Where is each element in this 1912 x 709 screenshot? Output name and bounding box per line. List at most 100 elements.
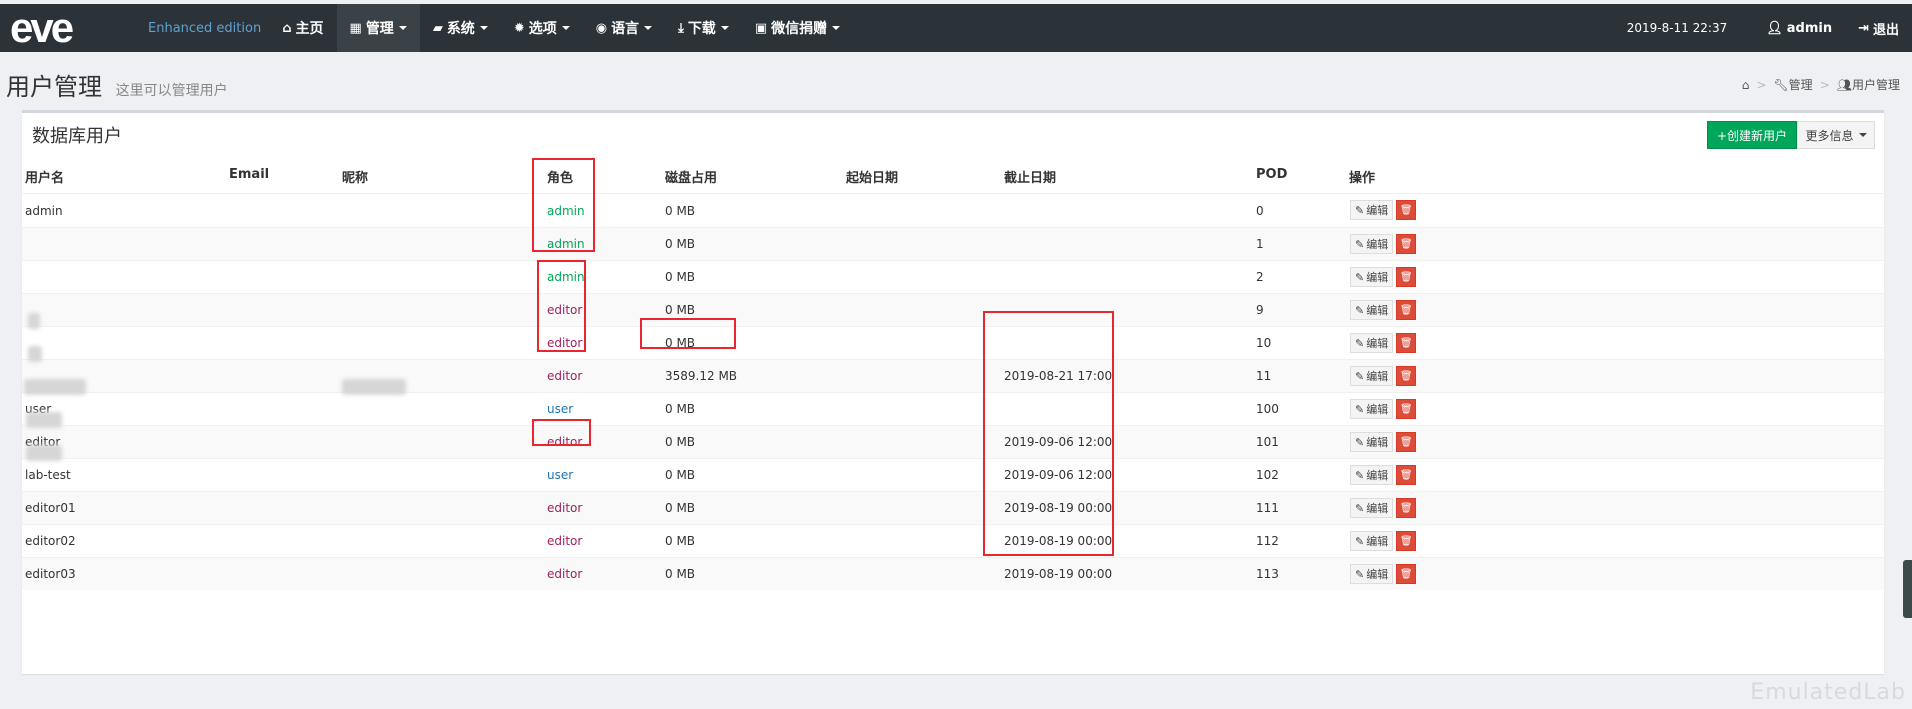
nav-item-2[interactable]: ▰ 系统: [420, 4, 501, 52]
nav-item-label: 系统: [446, 21, 475, 37]
cell-disk: 0 MB: [665, 468, 696, 482]
row-actions: ✎ 编辑 🗑︎: [1350, 333, 1417, 353]
table-row: editor editor 0 MB 2019-09-06 12:00 101 ✎ 编辑 🗑︎: [22, 425, 1884, 458]
edit-icon: ✎: [1355, 270, 1365, 284]
table-row: admin 0 MB 2 ✎ 编辑 🗑︎: [22, 260, 1884, 293]
cell-username: admin: [25, 204, 63, 218]
edit-button[interactable]: ✎ 编辑: [1350, 498, 1394, 518]
nav-item-3[interactable]: ✹ 选项: [501, 4, 583, 52]
edit-label: 编辑: [1366, 304, 1389, 317]
cell-pod: 9: [1256, 303, 1264, 317]
row-actions: ✎ 编辑 🗑︎: [1350, 465, 1417, 485]
edit-icon: ✎: [1355, 237, 1365, 251]
header-disk[interactable]: 磁盘占用: [665, 167, 717, 186]
cell-pod: 2: [1256, 270, 1264, 284]
delete-button[interactable]: 🗑︎: [1396, 465, 1417, 485]
more-info-button[interactable]: 更多信息: [1797, 121, 1875, 149]
user-name: admin: [1786, 20, 1833, 36]
cell-end-date: 2019-08-19 00:00: [1004, 501, 1113, 515]
cell-pod: 11: [1256, 369, 1272, 383]
cell-disk: 0 MB: [665, 303, 696, 317]
cell-username: lab-test: [25, 468, 71, 482]
edit-button[interactable]: ✎ 编辑: [1350, 399, 1394, 419]
edit-button[interactable]: ✎ 编辑: [1350, 531, 1394, 551]
delete-button[interactable]: 🗑︎: [1396, 399, 1417, 419]
breadcrumb-users: 用户管理: [1851, 78, 1900, 92]
cell-disk: 0 MB: [665, 534, 696, 548]
nav-item-label: 下载: [687, 21, 716, 37]
redacted-username: [24, 379, 86, 395]
edit-button[interactable]: ✎ 编辑: [1350, 300, 1394, 320]
nav-item-0[interactable]: ⌂ 主页: [269, 4, 336, 52]
database-users-box: 数据库用户 +创建新用户 更多信息 用户名 Email 昵称 角色 磁盘占用 起…: [22, 110, 1884, 674]
edit-button[interactable]: ✎ 编辑: [1350, 333, 1394, 353]
edit-icon: ✎: [1355, 435, 1365, 449]
cell-pod: 113: [1256, 567, 1279, 581]
cell-pod: 112: [1256, 534, 1279, 548]
eve-logo[interactable]: eve: [0, 4, 130, 52]
breadcrumb-home-icon[interactable]: ⌂: [1742, 78, 1750, 92]
delete-button[interactable]: 🗑︎: [1396, 498, 1417, 518]
book-icon: ▰: [432, 20, 443, 36]
nav-item-6[interactable]: ▣ 微信捐赠: [742, 4, 853, 52]
delete-button[interactable]: 🗑︎: [1396, 531, 1417, 551]
cell-role: admin: [547, 237, 585, 251]
header-nickname[interactable]: 昵称: [342, 167, 368, 186]
header-email[interactable]: Email: [229, 167, 269, 182]
delete-button[interactable]: 🗑︎: [1396, 366, 1417, 386]
nav-item-1[interactable]: ▦ 管理: [336, 4, 420, 52]
delete-button[interactable]: 🗑︎: [1396, 200, 1417, 220]
edit-label: 编辑: [1366, 469, 1389, 482]
cell-end-date: 2019-08-19 00:00: [1004, 534, 1113, 548]
header-end-date[interactable]: 截止日期: [1004, 167, 1056, 186]
home-icon: ⌂: [282, 20, 292, 36]
breadcrumb-separator: >: [1819, 77, 1830, 92]
edit-label: 编辑: [1366, 535, 1389, 548]
cell-role: editor: [547, 303, 583, 317]
edit-button[interactable]: ✎ 编辑: [1350, 200, 1394, 220]
edit-button[interactable]: ✎ 编辑: [1350, 267, 1394, 287]
cell-pod: 111: [1256, 501, 1279, 515]
box-title: 数据库用户: [32, 126, 122, 147]
trash-icon: 🗑︎: [1399, 337, 1413, 349]
table-header: 用户名 Email 昵称 角色 磁盘占用 起始日期 截止日期 POD 操作: [22, 156, 1884, 193]
delete-button[interactable]: 🗑︎: [1396, 564, 1417, 584]
top-navbar: eve Enhanced edition ⌂ 主页 ▦ 管理 ▰ 系统 ✹ 选项 ◉ 语言 ⤓ 下载 ▣…: [0, 4, 1912, 52]
side-panel-handle[interactable]: [1903, 560, 1912, 618]
cell-username: editor02: [25, 534, 76, 548]
delete-button[interactable]: 🗑︎: [1396, 432, 1417, 452]
delete-button[interactable]: 🗑︎: [1396, 267, 1417, 287]
create-user-button[interactable]: +创建新用户: [1706, 121, 1797, 149]
edit-label: 编辑: [1366, 403, 1389, 416]
trash-icon: 🗑︎: [1399, 370, 1413, 382]
cell-pod: 101: [1256, 435, 1279, 449]
header-start-date[interactable]: 起始日期: [846, 167, 898, 186]
header-role[interactable]: 角色: [547, 167, 573, 186]
user-menu[interactable]: 👤︎ admin: [1753, 4, 1845, 52]
edit-button[interactable]: ✎ 编辑: [1350, 234, 1394, 254]
edit-button[interactable]: ✎ 编辑: [1350, 366, 1394, 386]
nav-item-5[interactable]: ⤓ 下载: [665, 4, 742, 52]
header-username[interactable]: 用户名: [25, 167, 64, 186]
chevron-down-icon: [479, 26, 488, 30]
logout-button[interactable]: ⇥ 退出: [1845, 4, 1912, 52]
nav-item-label: 语言: [611, 21, 640, 37]
nav-item-4[interactable]: ◉ 语言: [583, 4, 665, 52]
cell-disk: 0 MB: [665, 435, 696, 449]
table-row: editor 0 MB 9 ✎ 编辑 🗑︎: [22, 293, 1884, 326]
edit-button[interactable]: ✎ 编辑: [1350, 564, 1394, 584]
table-row: editor 0 MB 10 ✎ 编辑 🗑︎: [22, 326, 1884, 359]
delete-button[interactable]: 🗑︎: [1396, 333, 1417, 353]
header-pod[interactable]: POD: [1256, 167, 1287, 182]
cell-pod: 102: [1256, 468, 1279, 482]
delete-button[interactable]: 🗑︎: [1396, 234, 1417, 254]
cell-role: editor: [547, 534, 583, 548]
cell-disk: 0 MB: [665, 336, 696, 350]
grid-icon: ▦: [349, 20, 362, 36]
edit-button[interactable]: ✎ 编辑: [1350, 432, 1394, 452]
redacted-username: [28, 346, 42, 362]
delete-button[interactable]: 🗑︎: [1396, 300, 1417, 320]
cell-role: user: [547, 468, 574, 482]
edit-button[interactable]: ✎ 编辑: [1350, 465, 1394, 485]
breadcrumb-manage[interactable]: 管理: [1789, 76, 1813, 93]
